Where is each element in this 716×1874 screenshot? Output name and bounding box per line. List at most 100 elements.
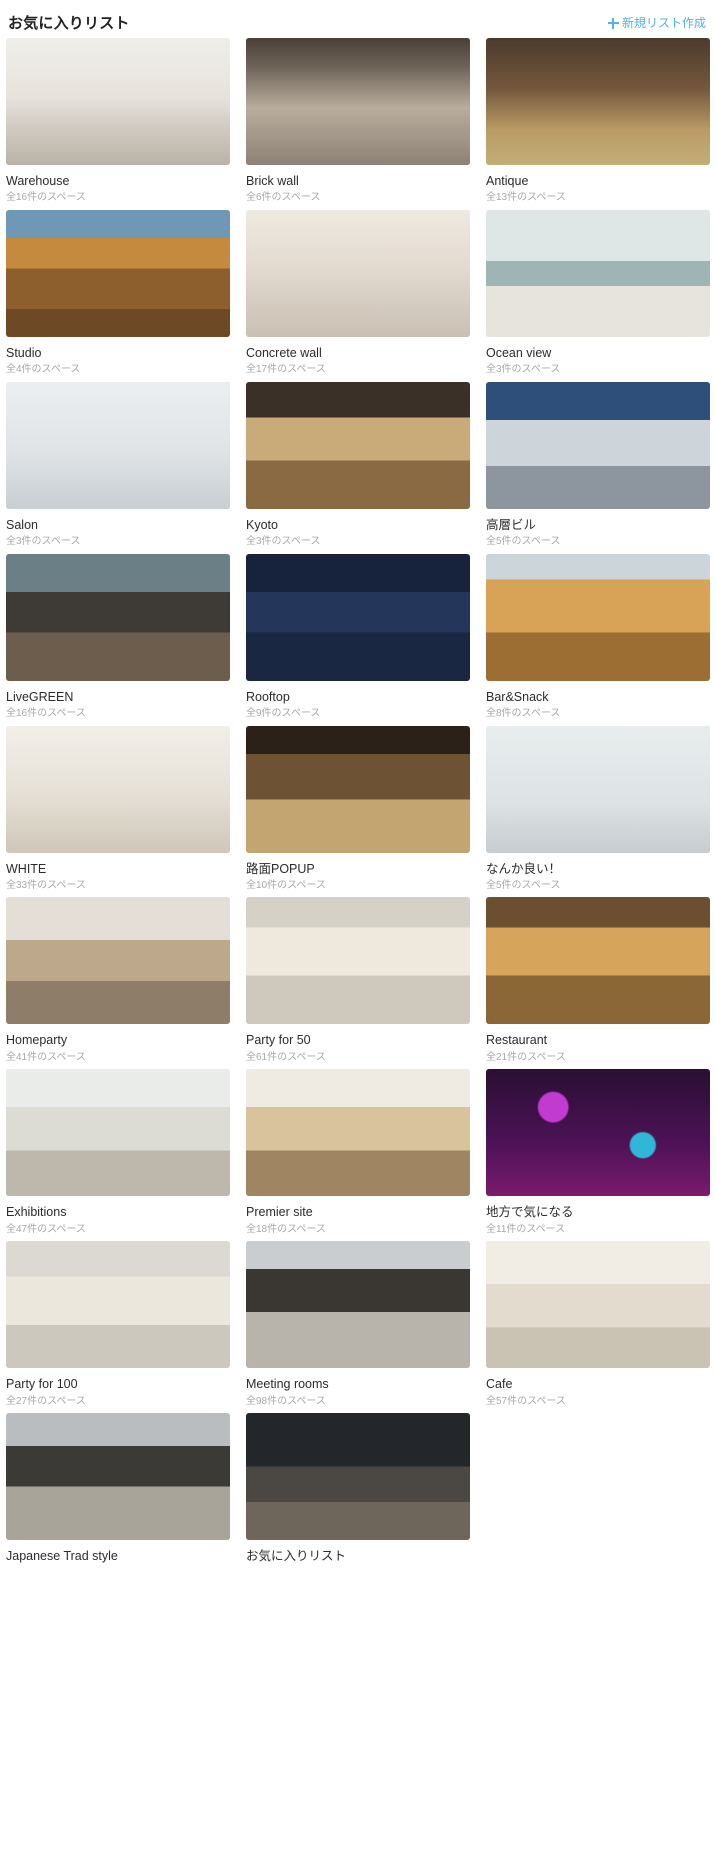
favorite-list-card[interactable]: Cafe 全57件のスペース xyxy=(486,1241,710,1413)
list-space-count: 全3件のスペース xyxy=(246,536,321,548)
list-space-count: 全8件のスペース xyxy=(486,708,561,719)
list-title: お気に入りリスト xyxy=(246,1549,347,1563)
thumbnail-image xyxy=(6,38,230,165)
favorite-list-card[interactable]: 地方で気になる 全11件のスペース xyxy=(486,1069,710,1241)
list-space-count: 全47件のスペース xyxy=(6,1223,86,1235)
list-thumbnail[interactable] xyxy=(246,38,470,165)
thumbnail-image xyxy=(486,1241,710,1369)
favorite-list-card[interactable]: Rooftop 全9件のスペース xyxy=(246,553,470,726)
list-thumbnail[interactable] xyxy=(246,897,470,1025)
list-thumbnail[interactable] xyxy=(486,553,710,681)
list-title: Kyoto xyxy=(246,517,278,532)
list-space-count: 全16件のスペース xyxy=(6,192,86,204)
favorite-list-card[interactable]: Party for 50 全61件のスペース xyxy=(246,897,470,1069)
favorite-list-card[interactable]: なんか良い！ 全5件のスペース xyxy=(486,725,710,898)
list-space-count: 全21件のスペース xyxy=(486,1051,566,1063)
list-thumbnail[interactable] xyxy=(6,209,230,337)
list-space-count: 全41件のスペース xyxy=(6,1051,86,1063)
list-thumbnail[interactable] xyxy=(486,897,710,1025)
list-thumbnail[interactable] xyxy=(246,381,470,509)
list-space-count: 全61件のスペース xyxy=(246,1051,326,1063)
list-thumbnail[interactable] xyxy=(6,1241,230,1369)
favorite-list-card[interactable]: Warehouse 全16件のスペース xyxy=(6,38,230,210)
list-thumbnail[interactable] xyxy=(486,209,710,337)
list-title: 路面POPUP xyxy=(246,861,315,876)
list-title: Cafe xyxy=(486,1377,513,1392)
thumbnail-image xyxy=(6,209,230,337)
thumbnail-image xyxy=(6,1069,230,1197)
list-title: Party for 100 xyxy=(6,1377,78,1392)
thumbnail-image xyxy=(6,381,230,509)
list-thumbnail[interactable] xyxy=(486,725,710,853)
list-space-count: 全98件のスペース xyxy=(246,1395,326,1407)
list-space-count: 全16件のスペース xyxy=(6,708,86,719)
thumbnail-image xyxy=(6,1413,230,1540)
thumbnail-image xyxy=(246,1413,470,1540)
list-title: LiveGREEN xyxy=(6,689,74,704)
favorite-list-card[interactable]: Exhibitions 全47件のスペース xyxy=(6,1069,230,1241)
list-title: Meeting rooms xyxy=(246,1377,329,1392)
list-thumbnail[interactable] xyxy=(486,381,710,509)
list-thumbnail[interactable] xyxy=(246,553,470,681)
create-new-list-label: 新規リスト作成 xyxy=(621,16,706,30)
list-space-count: 全9件のスペース xyxy=(246,708,321,719)
list-thumbnail[interactable] xyxy=(6,1069,230,1197)
create-new-list-button[interactable]: 新規リスト作成 xyxy=(607,16,706,30)
list-space-count: 全10件のスペース xyxy=(246,879,326,891)
favorite-list-card[interactable]: Japanese Trad style xyxy=(6,1413,230,1573)
list-title: Party for 50 xyxy=(246,1033,311,1048)
list-space-count: 全57件のスペース xyxy=(486,1395,566,1407)
favorite-list-card[interactable]: Antique 全13件のスペース xyxy=(486,38,710,210)
favorite-list-card[interactable]: Bar&Snack 全8件のスペース xyxy=(486,553,710,726)
list-space-count: 全6件のスペース xyxy=(246,192,321,204)
favorite-list-card[interactable]: お気に入りリスト xyxy=(246,1413,470,1573)
thumbnail-image xyxy=(6,553,230,681)
favorite-list-card[interactable]: 路面POPUP 全10件のスペース xyxy=(246,725,470,898)
thumbnail-image xyxy=(246,553,470,681)
plus-icon xyxy=(607,17,619,29)
list-title: Homeparty xyxy=(6,1033,68,1048)
list-thumbnail[interactable] xyxy=(246,209,470,337)
list-title: Warehouse xyxy=(6,174,70,188)
list-space-count: 全3件のスペース xyxy=(486,364,561,376)
favorite-list-card[interactable]: 高層ビル 全5件のスペース xyxy=(486,381,710,554)
thumbnail-image xyxy=(246,38,470,165)
list-thumbnail[interactable] xyxy=(246,725,470,853)
list-thumbnail[interactable] xyxy=(6,725,230,853)
list-thumbnail[interactable] xyxy=(486,1241,710,1369)
favorite-list-card[interactable]: Brick wall 全6件のスペース xyxy=(246,38,470,210)
list-title: Restaurant xyxy=(486,1033,548,1048)
thumbnail-image xyxy=(486,381,710,509)
list-space-count: 全5件のスペース xyxy=(486,879,561,891)
list-thumbnail[interactable] xyxy=(6,897,230,1025)
list-title: Salon xyxy=(6,517,38,532)
list-title: WHITE xyxy=(6,861,47,876)
favorite-list-card[interactable]: Party for 100 全27件のスペース xyxy=(6,1241,230,1413)
favorite-list-card[interactable]: Concrete wall 全17件のスペース xyxy=(246,209,470,382)
list-thumbnail[interactable] xyxy=(246,1241,470,1369)
favorite-list-card[interactable]: Studio 全4件のスペース xyxy=(6,209,230,382)
favorite-list-card[interactable]: Ocean view 全3件のスペース xyxy=(486,209,710,382)
favorite-list-card[interactable]: Kyoto 全3件のスペース xyxy=(246,381,470,554)
list-title: なんか良い！ xyxy=(486,861,562,876)
list-thumbnail[interactable] xyxy=(6,1413,230,1540)
list-title: Japanese Trad style xyxy=(6,1549,118,1563)
list-thumbnail[interactable] xyxy=(486,38,710,165)
thumbnail-image xyxy=(486,897,710,1025)
favorite-list-card[interactable]: Restaurant 全21件のスペース xyxy=(486,897,710,1069)
list-thumbnail[interactable] xyxy=(246,1413,470,1540)
list-thumbnail[interactable] xyxy=(486,1069,710,1197)
list-thumbnail[interactable] xyxy=(6,553,230,681)
favorite-list-card[interactable]: Premier site 全18件のスペース xyxy=(246,1069,470,1241)
list-space-count: 全4件のスペース xyxy=(6,364,81,376)
list-thumbnail[interactable] xyxy=(6,38,230,165)
list-space-count: 全27件のスペース xyxy=(6,1395,86,1407)
list-space-count: 全11件のスペース xyxy=(486,1223,566,1235)
favorite-list-card[interactable]: WHITE 全33件のスペース xyxy=(6,725,230,898)
favorite-list-card[interactable]: Salon 全3件のスペース xyxy=(6,381,230,554)
list-thumbnail[interactable] xyxy=(6,381,230,509)
list-thumbnail[interactable] xyxy=(246,1069,470,1197)
favorite-list-card[interactable]: LiveGREEN 全16件のスペース xyxy=(6,553,230,726)
favorite-list-card[interactable]: Meeting rooms 全98件のスペース xyxy=(246,1241,470,1413)
favorite-list-card[interactable]: Homeparty 全41件のスペース xyxy=(6,897,230,1069)
